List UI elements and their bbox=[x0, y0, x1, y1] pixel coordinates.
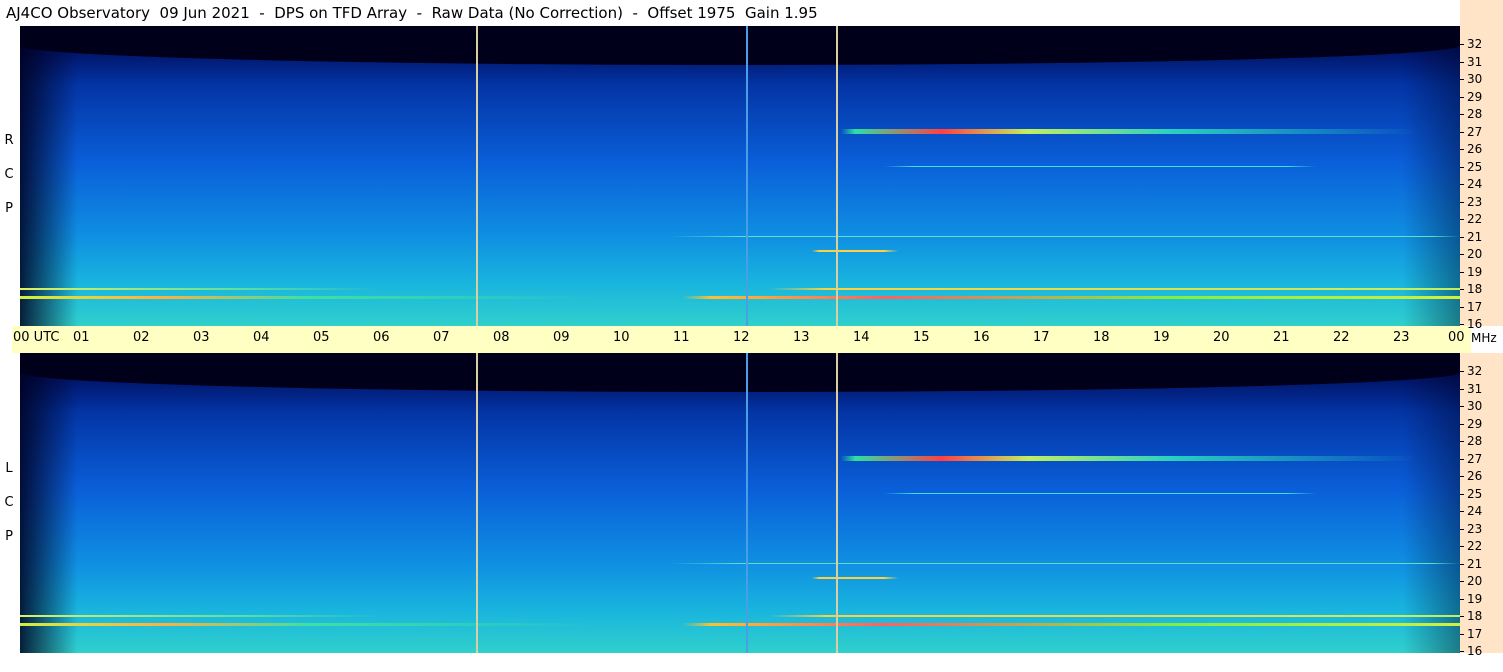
freq-tick: 20 bbox=[1460, 575, 1482, 587]
freq-tick: 16 bbox=[1460, 645, 1482, 657]
utc-tick: 22 bbox=[1333, 330, 1350, 345]
rcp-letter-c: C bbox=[4, 167, 14, 182]
edge-haze bbox=[20, 26, 1460, 326]
freq-tick: 23 bbox=[1460, 523, 1482, 535]
freq-tick: 25 bbox=[1460, 488, 1482, 500]
utc-tick: 19 bbox=[1153, 330, 1170, 345]
lcp-letter-p: P bbox=[5, 529, 13, 544]
utc-tick: 09 bbox=[553, 330, 570, 345]
utc-tick: 23 bbox=[1393, 330, 1410, 345]
freq-tick: 19 bbox=[1460, 266, 1482, 278]
utc-axis: 00 UTC 00 01 02 03 04 05 06 07 08 09 10 11 12 13 14 15… bbox=[12, 326, 1471, 353]
freq-tick: 21 bbox=[1460, 558, 1482, 570]
utc-tick: 07 bbox=[433, 330, 450, 345]
freq-axis-header bbox=[1460, 0, 1503, 26]
utc-tick: 11 bbox=[673, 330, 690, 345]
vertical-marker-line bbox=[746, 26, 748, 326]
freq-tick: 26 bbox=[1460, 470, 1482, 482]
interference-band bbox=[20, 615, 1460, 617]
freq-axis-rcp: 32 31 30 29 28 27 26 25 24 23 22 21 20 19 18 17 16 bbox=[1460, 26, 1503, 330]
freq-axis-lcp: 32 31 30 29 28 27 26 25 24 23 22 21 20 19 18 17 16 bbox=[1460, 353, 1503, 657]
freq-tick: 27 bbox=[1460, 126, 1482, 138]
freq-tick: 17 bbox=[1460, 628, 1482, 640]
utc-tick-end: 00 bbox=[1448, 330, 1465, 345]
freq-tick: 28 bbox=[1460, 435, 1482, 447]
vertical-marker-line bbox=[746, 353, 748, 653]
utc-tick: 04 bbox=[253, 330, 270, 345]
freq-tick: 18 bbox=[1460, 283, 1482, 295]
utc-tick-start: 00 UTC bbox=[13, 330, 60, 345]
utc-tick: 13 bbox=[793, 330, 810, 345]
freq-tick: 26 bbox=[1460, 143, 1482, 155]
freq-tick: 20 bbox=[1460, 248, 1482, 260]
edge-haze bbox=[20, 353, 1460, 653]
vertical-marker-line bbox=[476, 26, 478, 326]
utc-tick: 02 bbox=[133, 330, 150, 345]
interference-band bbox=[20, 456, 1460, 461]
freq-tick: 24 bbox=[1460, 178, 1482, 190]
interference-band bbox=[20, 166, 1460, 167]
freq-tick: 29 bbox=[1460, 418, 1482, 430]
utc-tick: 17 bbox=[1033, 330, 1050, 345]
spectrogram-lcp bbox=[20, 353, 1460, 653]
utc-tick: 21 bbox=[1273, 330, 1290, 345]
chart-title: AJ4CO Observatory 09 Jun 2021 - DPS on T… bbox=[6, 4, 818, 22]
vertical-marker-line bbox=[476, 353, 478, 653]
freq-tick: 27 bbox=[1460, 453, 1482, 465]
interference-band bbox=[20, 493, 1460, 494]
utc-tick: 12 bbox=[733, 330, 750, 345]
utc-tick: 15 bbox=[913, 330, 930, 345]
interference-band bbox=[20, 623, 1460, 627]
freq-tick: 18 bbox=[1460, 610, 1482, 622]
interference-band bbox=[20, 249, 1460, 252]
freq-tick: 19 bbox=[1460, 593, 1482, 605]
freq-tick: 32 bbox=[1460, 38, 1482, 50]
utc-tick: 03 bbox=[193, 330, 210, 345]
freq-tick: 28 bbox=[1460, 108, 1482, 120]
utc-tick: 16 bbox=[973, 330, 990, 345]
noise-floor-region bbox=[20, 353, 1460, 392]
freq-tick: 31 bbox=[1460, 383, 1482, 395]
utc-tick: 20 bbox=[1213, 330, 1230, 345]
vertical-marker-line bbox=[836, 353, 838, 653]
utc-tick: 08 bbox=[493, 330, 510, 345]
freq-tick: 29 bbox=[1460, 91, 1482, 103]
freq-tick: 24 bbox=[1460, 505, 1482, 517]
freq-tick: 25 bbox=[1460, 161, 1482, 173]
freq-tick: 21 bbox=[1460, 231, 1482, 243]
interference-band bbox=[20, 288, 1460, 290]
freq-tick: 17 bbox=[1460, 301, 1482, 313]
freq-tick: 23 bbox=[1460, 196, 1482, 208]
interference-band bbox=[20, 236, 1460, 237]
freq-tick: 32 bbox=[1460, 365, 1482, 377]
interference-band bbox=[20, 296, 1460, 300]
rcp-letter-p: P bbox=[5, 201, 13, 216]
lcp-letter-l: L bbox=[5, 461, 13, 476]
freq-tick: 22 bbox=[1460, 213, 1482, 225]
interference-band bbox=[20, 563, 1460, 564]
rcp-letter-r: R bbox=[4, 133, 14, 148]
freq-tick: 31 bbox=[1460, 56, 1482, 68]
freq-tick: 16 bbox=[1460, 318, 1482, 330]
mhz-unit-label: MHz bbox=[1471, 331, 1497, 345]
utc-tick: 05 bbox=[313, 330, 330, 345]
utc-tick: 06 bbox=[373, 330, 390, 345]
spectrogram-rcp bbox=[20, 26, 1460, 326]
lcp-letter-c: C bbox=[4, 495, 14, 510]
interference-band bbox=[20, 576, 1460, 579]
freq-tick: 22 bbox=[1460, 540, 1482, 552]
freq-tick: 30 bbox=[1460, 400, 1482, 412]
interference-band bbox=[20, 129, 1460, 134]
utc-tick: 18 bbox=[1093, 330, 1110, 345]
utc-tick: 10 bbox=[613, 330, 630, 345]
noise-floor-region bbox=[20, 26, 1460, 65]
utc-tick: 01 bbox=[73, 330, 90, 345]
vertical-marker-line bbox=[836, 26, 838, 326]
utc-tick: 14 bbox=[853, 330, 870, 345]
freq-tick: 30 bbox=[1460, 73, 1482, 85]
